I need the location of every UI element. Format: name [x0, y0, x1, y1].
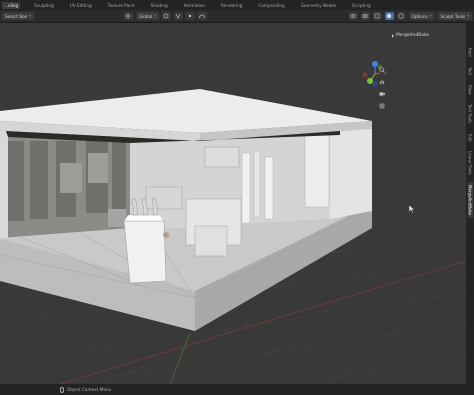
right-wall: [330, 123, 372, 219]
grid-icon[interactable]: [379, 103, 387, 111]
options-dropdown[interactable]: Options ▾: [408, 12, 435, 20]
visibility-icon[interactable]: [348, 12, 358, 20]
zoom-icon[interactable]: [379, 67, 387, 75]
tab-uv-editing[interactable]: UV Editing: [68, 2, 94, 9]
tab-texture-paint[interactable]: Texture Paint: [106, 2, 137, 9]
y-axis-line: [169, 332, 191, 384]
chevron-down-icon: ▾: [467, 14, 469, 18]
proportional-falloff-icon[interactable]: [197, 12, 207, 20]
npanel-tab-view[interactable]: View: [468, 82, 473, 98]
right-panel: [304, 132, 330, 208]
mouse-right-click-icon: [60, 386, 64, 393]
small-crate: [194, 225, 228, 257]
chevron-down-icon: ▾: [154, 14, 156, 18]
tab-geometry-nodes[interactable]: Geometry Nodes: [299, 2, 338, 9]
select-mode-label: Select Box: [5, 13, 28, 19]
npanel-tab-tool[interactable]: Tool: [468, 64, 473, 78]
orientation-dropdown[interactable]: Global ▾: [135, 12, 159, 20]
npanel-tab-mergeandbake[interactable]: MergeAndBake: [467, 181, 473, 219]
tab-rendering[interactable]: Rendering: [219, 2, 244, 9]
chevron-down-icon: ▾: [29, 14, 31, 18]
options-label: Options: [411, 13, 428, 19]
leaning-board-2: [253, 150, 261, 218]
origin-point: [163, 232, 169, 238]
upper-crate: [204, 146, 240, 168]
scene-render: [0, 89, 466, 384]
3d-viewport[interactable]: [0, 23, 466, 384]
stool: [108, 209, 126, 227]
leaning-board-3: [264, 156, 274, 220]
camera-icon[interactable]: [379, 91, 387, 99]
material-shading-icon[interactable]: [396, 12, 406, 20]
crate-back: [145, 186, 183, 210]
snap-icon[interactable]: [173, 12, 183, 20]
tab-sculpting[interactable]: Sculpting: [32, 2, 56, 9]
overlays-icon[interactable]: [360, 12, 370, 20]
xray-icon[interactable]: [372, 12, 382, 20]
viewport-header: Select Box ▾ Global ▾ Options ▾ Sculpt T…: [0, 10, 474, 23]
status-bar: Object Context Menu: [0, 384, 474, 395]
left-column: [0, 128, 8, 238]
hand-pan-icon[interactable]: [379, 79, 387, 87]
workspace-tab-bar: ...eling Sculpting UV Editing Texture Pa…: [0, 0, 474, 10]
knife-block: [123, 220, 167, 284]
npanel-tab-strip: Item Tool View Text Tools Edit Linear To…: [466, 23, 474, 384]
tab-scripting[interactable]: Scripting: [350, 2, 373, 9]
transform-icon[interactable]: [123, 12, 133, 20]
npanel-tab-linear-tools[interactable]: Linear Tools: [468, 148, 473, 178]
proportional-edit-icon[interactable]: [185, 12, 195, 20]
sculpt-tools-dropdown[interactable]: Sculpt Tools ▾: [437, 12, 472, 20]
npanel-tab-item[interactable]: Item: [468, 45, 473, 60]
object-name: MergeAndBake: [396, 33, 430, 38]
tab-compositing[interactable]: Compositing: [256, 2, 286, 9]
pivot-icon[interactable]: [161, 12, 171, 20]
outliner-item[interactable]: MergeAndBake: [392, 33, 429, 38]
npanel-tab-edit[interactable]: Edit: [468, 131, 473, 145]
knife-handles: [131, 197, 158, 216]
chevron-down-icon: ▾: [429, 14, 432, 18]
sculpt-tools-label: Sculpt Tools: [440, 13, 466, 19]
tab-modeling[interactable]: ...eling: [2, 1, 21, 9]
tab-animation[interactable]: Animation: [182, 2, 207, 9]
knife-block-top: [123, 214, 165, 222]
solid-shading-icon[interactable]: [384, 12, 394, 20]
npanel-tab-text-tools[interactable]: Text Tools: [468, 101, 473, 126]
status-hint: Object Context Menu: [67, 387, 112, 392]
select-mode-dropdown[interactable]: Select Box ▾: [2, 12, 34, 20]
leaning-board-1: [241, 152, 251, 224]
orientation-label: Global: [138, 13, 153, 19]
tab-shading[interactable]: Shading: [149, 2, 170, 9]
expand-arrow-icon[interactable]: [392, 33, 394, 38]
